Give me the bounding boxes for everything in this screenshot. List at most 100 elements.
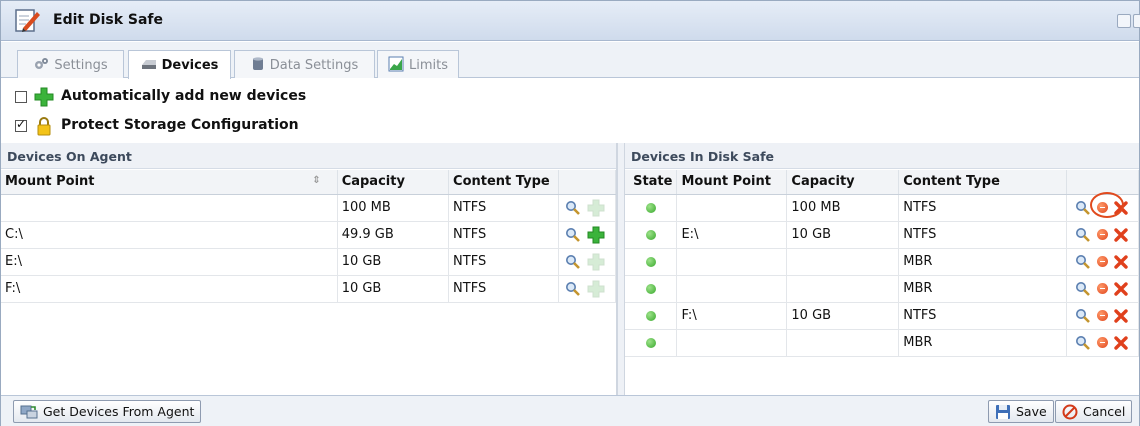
add-device-icon[interactable] xyxy=(587,199,605,217)
tab-limits[interactable]: Limits xyxy=(377,50,459,78)
tab-data-settings[interactable]: Data Settings xyxy=(234,50,375,78)
safe-device-row[interactable]: 100 MB NTFS xyxy=(625,194,1140,222)
tab-label: Limits xyxy=(409,58,448,73)
col-capacity[interactable]: Capacity xyxy=(337,170,450,195)
magnifier-icon[interactable] xyxy=(565,227,581,243)
window-close-icon[interactable] xyxy=(1133,14,1140,28)
col-actions xyxy=(1066,170,1140,195)
magnifier-icon[interactable] xyxy=(1075,308,1091,324)
capacity-cell: 49.9 GB xyxy=(337,221,450,249)
col-mount-point[interactable]: Mount Point ⇕ xyxy=(1,170,338,195)
content-type-cell: NTFS xyxy=(898,194,1067,222)
capacity-cell xyxy=(786,248,900,276)
remove-device-icon[interactable] xyxy=(1114,335,1128,350)
add-device-icon[interactable] xyxy=(587,226,605,244)
remove-device-icon[interactable] xyxy=(1114,254,1128,269)
content-type-cell: NTFS xyxy=(448,194,559,222)
lock-icon xyxy=(37,117,51,136)
save-label: Save xyxy=(1016,404,1047,419)
capacity-cell xyxy=(786,329,900,357)
actions-cell xyxy=(1066,302,1140,330)
agent-device-row[interactable]: F:\ 10 GB NTFS xyxy=(1,275,617,303)
capacity-cell: 100 MB xyxy=(337,194,450,222)
magnifier-icon[interactable] xyxy=(1075,227,1091,243)
window-maximize-icon[interactable] xyxy=(1117,14,1131,28)
clear-device-icon[interactable] xyxy=(1096,202,1108,213)
save-button[interactable]: Save xyxy=(988,400,1054,423)
agent-device-row[interactable]: C:\ 49.9 GB NTFS xyxy=(1,221,617,249)
magnifier-icon[interactable] xyxy=(1075,200,1091,216)
mount-point-cell xyxy=(676,248,788,276)
col-state[interactable]: State xyxy=(625,170,678,195)
agent-devices-table: Mount Point ⇕ Capacity Content Type 100 … xyxy=(1,170,617,303)
tab-label: Data Settings xyxy=(269,58,359,73)
get-devices-icon xyxy=(20,405,38,419)
safe-device-row[interactable]: E:\ 10 GB NTFS xyxy=(625,221,1140,249)
tab-devices[interactable]: Devices xyxy=(128,50,231,79)
col-content-type[interactable]: Content Type xyxy=(448,170,559,195)
auto-add-label: Automatically add new devices xyxy=(61,88,307,104)
database-icon xyxy=(252,57,263,70)
auto-add-checkbox[interactable] xyxy=(15,91,27,103)
tab-settings[interactable]: Settings xyxy=(17,50,124,78)
mount-point-cell: F:\ xyxy=(1,275,338,303)
edit-note-icon xyxy=(15,9,40,32)
remove-device-icon[interactable] xyxy=(1114,200,1128,215)
col-capacity[interactable]: Capacity xyxy=(786,170,900,195)
clear-device-icon[interactable] xyxy=(1096,310,1108,321)
safe-devices-panel: Devices In Disk Safe State Mount Point C… xyxy=(625,143,1140,395)
capacity-cell: 10 GB xyxy=(786,221,900,249)
content-type-cell: MBR xyxy=(898,329,1067,357)
agent-devices-panel: Devices On Agent Mount Point ⇕ Capacity … xyxy=(1,143,617,395)
protect-storage-checkbox[interactable] xyxy=(15,117,27,132)
safe-device-row[interactable]: F:\ 10 GB NTFS xyxy=(625,302,1140,330)
mount-point-cell: F:\ xyxy=(676,302,788,330)
mount-point-cell: C:\ xyxy=(1,221,338,249)
status-ok-icon xyxy=(645,283,656,294)
col-content-type[interactable]: Content Type xyxy=(898,170,1067,195)
agent-device-row[interactable]: E:\ 10 GB NTFS xyxy=(1,248,617,276)
capacity-cell: 100 MB xyxy=(786,194,900,222)
remove-device-icon[interactable] xyxy=(1114,308,1128,323)
sort-icon[interactable]: ⇕ xyxy=(312,175,320,186)
capacity-cell: 10 GB xyxy=(786,302,900,330)
get-devices-button[interactable]: Get Devices From Agent xyxy=(13,400,202,423)
mount-point-cell: E:\ xyxy=(1,248,338,276)
col-actions xyxy=(558,170,617,195)
clear-device-icon[interactable] xyxy=(1096,283,1108,294)
magnifier-icon[interactable] xyxy=(1075,335,1091,351)
clear-device-icon[interactable] xyxy=(1096,337,1108,348)
clear-device-icon[interactable] xyxy=(1096,229,1108,240)
panel-splitter[interactable] xyxy=(617,143,625,395)
remove-device-icon[interactable] xyxy=(1114,281,1128,296)
add-device-icon[interactable] xyxy=(587,280,605,298)
col-label: Mount Point xyxy=(5,174,95,190)
cancel-button[interactable]: Cancel xyxy=(1055,400,1133,423)
tab-label: Devices xyxy=(161,58,219,73)
magnifier-icon[interactable] xyxy=(565,281,581,297)
status-ok-icon xyxy=(645,202,656,213)
agent-device-row[interactable]: 100 MB NTFS xyxy=(1,194,617,222)
state-cell xyxy=(625,194,678,222)
state-cell xyxy=(625,275,678,303)
tab-strip: Settings Devices Data Settings Limits xyxy=(1,42,1139,79)
safe-device-row[interactable]: MBR xyxy=(625,275,1140,303)
magnifier-icon[interactable] xyxy=(565,254,581,270)
magnifier-icon[interactable] xyxy=(565,200,581,216)
clear-device-icon[interactable] xyxy=(1096,256,1108,267)
magnifier-icon[interactable] xyxy=(1075,254,1091,270)
state-cell xyxy=(625,221,678,249)
actions-cell xyxy=(1066,248,1140,276)
tab-label: Settings xyxy=(54,58,108,73)
safe-device-row[interactable]: MBR xyxy=(625,329,1140,357)
magnifier-icon[interactable] xyxy=(1075,281,1091,297)
actions-cell xyxy=(558,194,617,222)
remove-device-icon[interactable] xyxy=(1114,227,1128,242)
content-type-cell: NTFS xyxy=(898,221,1067,249)
green-plus-icon xyxy=(34,87,54,107)
col-mount-point[interactable]: Mount Point xyxy=(676,170,788,195)
actions-cell xyxy=(558,221,617,249)
safe-device-row[interactable]: MBR xyxy=(625,248,1140,276)
add-device-icon[interactable] xyxy=(587,253,605,271)
actions-cell xyxy=(1066,329,1140,357)
